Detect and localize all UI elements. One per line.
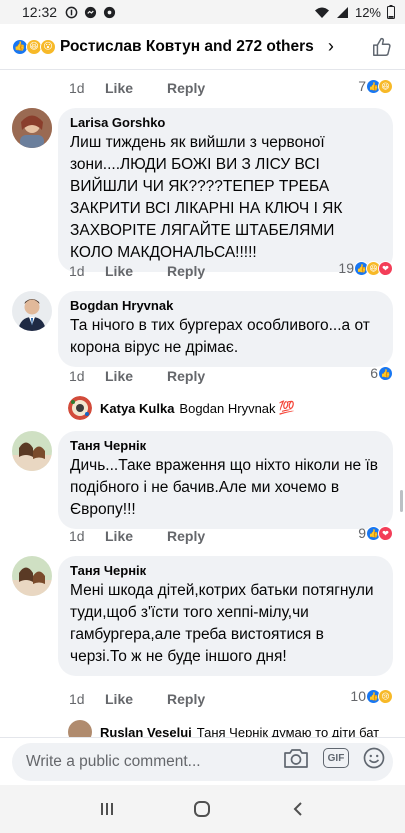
comment-time: 1d xyxy=(69,80,85,96)
comment-meta: 1d Like Reply xyxy=(69,688,205,710)
reaction-count[interactable]: 9 👍 ❤ xyxy=(358,525,393,541)
comment-meta: 1d Like Reply xyxy=(69,365,205,387)
comment-bubble[interactable]: Таня Чернік Дичь...Таке враження що ніхт… xyxy=(58,431,393,529)
comment-time: 1d xyxy=(69,263,85,279)
comment-author[interactable]: Таня Чернік xyxy=(70,563,381,578)
like-button[interactable]: Like xyxy=(105,368,167,384)
wifi-icon xyxy=(314,7,329,18)
reply-button[interactable]: Reply xyxy=(167,80,205,96)
battery-icon xyxy=(387,5,395,19)
reaction-count[interactable]: 6 👍 xyxy=(370,365,393,381)
home-icon[interactable] xyxy=(193,800,211,818)
avatar[interactable] xyxy=(12,431,52,471)
comment-time: 1d xyxy=(69,528,85,544)
recent-apps-icon[interactable] xyxy=(99,801,115,817)
hundred-icon: 💯 xyxy=(278,400,295,415)
scrollbar-thumb[interactable] xyxy=(400,490,403,512)
avatar[interactable] xyxy=(68,396,92,420)
reply-button[interactable]: Reply xyxy=(167,263,205,279)
like-button[interactable]: Like xyxy=(105,80,167,96)
comment-author[interactable]: Bogdan Hryvnak xyxy=(70,298,381,313)
reaction-count[interactable]: 7 👍 😆 xyxy=(358,78,393,94)
comment-bubble[interactable]: Larisa Gorshko Лиш тиждень як вийшли з ч… xyxy=(58,108,393,272)
comments-feed[interactable]: 1d Like Reply 7 👍 😆 Larisa Gorshko Лиш т… xyxy=(0,70,405,737)
reply-button[interactable]: Reply xyxy=(167,368,205,384)
vpn-icon xyxy=(103,6,116,18)
avatar[interactable] xyxy=(12,556,52,596)
battery-percent: 12% xyxy=(354,4,381,20)
avatar[interactable] xyxy=(68,720,92,737)
reactions-header[interactable]: 👍 😆 😮 Ростислав Ковтун and 272 others › xyxy=(0,24,405,70)
love-icon: ❤ xyxy=(378,525,393,541)
comment-meta: 1d Like Reply xyxy=(69,260,205,282)
chat-icon xyxy=(84,6,97,18)
reply-text: Таня Чернік думаю то діти бат xyxy=(196,724,380,738)
reaction-count[interactable]: 19 👍 😆 ❤ xyxy=(338,260,393,276)
comment-meta: 1d Like Reply xyxy=(69,77,205,99)
comment-text: Дичь...Таке враження що ніхто ніколи не … xyxy=(70,457,378,518)
chevron-right-icon[interactable]: › xyxy=(328,36,334,57)
comment-text: Лиш тиждень як вийшли з червоної зони...… xyxy=(70,134,343,261)
gif-icon[interactable]: GIF xyxy=(323,748,349,768)
comment-time: 1d xyxy=(69,691,85,707)
reactors-summary[interactable]: Ростислав Ковтун and 272 others xyxy=(60,38,314,56)
love-icon: ❤ xyxy=(378,260,393,276)
reaction-count[interactable]: 10 👍 😢 xyxy=(350,688,393,704)
comment-composer: Write a public comment... GIF xyxy=(0,737,405,785)
comment-bubble[interactable]: Bogdan Hryvnak Та нічого в тих бургерах … xyxy=(58,291,393,367)
reply-text: Bogdan Hryvnak xyxy=(179,400,276,416)
status-bar: 12:32 12% xyxy=(0,0,405,24)
reply-button[interactable]: Reply xyxy=(167,691,205,707)
thumbs-up-icon[interactable] xyxy=(371,36,393,58)
emoji-icon[interactable] xyxy=(363,747,385,769)
comment-bubble[interactable]: Таня Чернік Мені шкода дітей,котрих бать… xyxy=(58,556,393,676)
avatar[interactable] xyxy=(12,291,52,331)
like-button[interactable]: Like xyxy=(105,263,167,279)
reply-preview[interactable]: Ruslan Veselui Таня Чернік думаю то діти… xyxy=(68,720,379,737)
like-icon: 👍 xyxy=(378,365,393,381)
like-button[interactable]: Like xyxy=(105,528,167,544)
reply-button[interactable]: Reply xyxy=(167,528,205,544)
reply-author[interactable]: Ruslan Veselui xyxy=(100,725,192,738)
avatar[interactable] xyxy=(12,108,52,148)
haha-icon: 😆 xyxy=(378,78,393,94)
reply-preview[interactable]: Katya Kulka Bogdan Hryvnak 💯 xyxy=(68,396,295,420)
comment-text: Мені шкода дітей,котрих батьки потягнули… xyxy=(70,582,374,665)
like-button[interactable]: Like xyxy=(105,691,167,707)
comment-text: Та нічого в тих бургерах особливого...а … xyxy=(70,317,370,356)
wow-icon: 😮 xyxy=(40,38,56,55)
reply-author[interactable]: Katya Kulka xyxy=(100,401,174,416)
system-nav-bar xyxy=(0,785,405,833)
camera-icon[interactable] xyxy=(283,747,309,769)
status-time: 12:32 xyxy=(22,4,58,20)
data-saver-icon xyxy=(65,6,78,18)
signal-icon xyxy=(336,6,348,18)
comment-author[interactable]: Larisa Gorshko xyxy=(70,115,381,130)
comment-meta: 1d Like Reply xyxy=(69,525,205,547)
comment-time: 1d xyxy=(69,368,85,384)
back-icon[interactable] xyxy=(290,801,306,817)
comment-author[interactable]: Таня Чернік xyxy=(70,438,381,453)
sad-icon: 😢 xyxy=(378,688,393,704)
